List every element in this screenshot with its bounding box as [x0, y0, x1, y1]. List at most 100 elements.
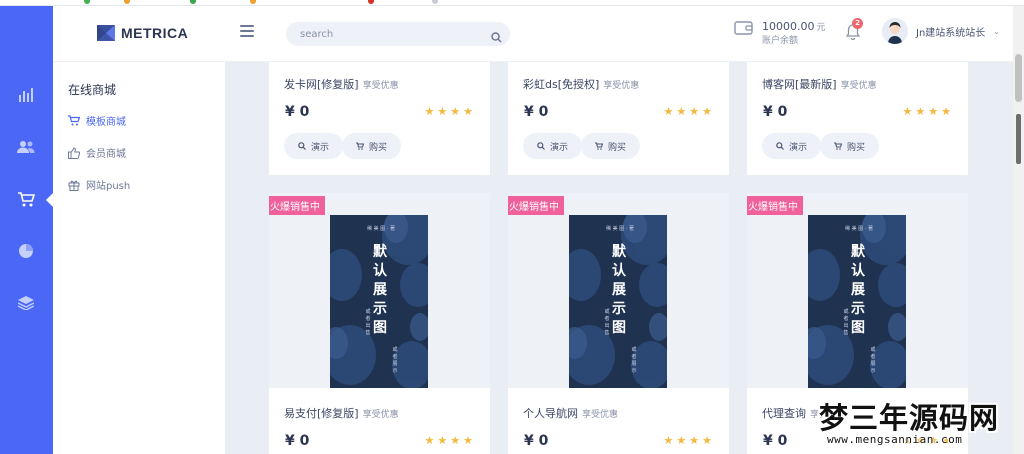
notification-badge: 2	[852, 18, 863, 29]
balance-amount: 10000.00	[762, 20, 815, 33]
product-cover[interactable]: 稀 美 图 · 著 默认展示图 或者出售 或者展示 火爆销售中	[269, 193, 490, 388]
search-box	[286, 22, 510, 46]
product-price: ¥ 0	[285, 104, 310, 120]
cart-icon	[356, 142, 364, 150]
avatar	[882, 18, 908, 44]
sidebar-item-label: 会员商城	[86, 149, 126, 160]
cart-icon	[595, 142, 603, 150]
site-watermark: 梦三年源码网 www.mengsannian.com	[815, 395, 1020, 451]
product-price: ¥ 0	[763, 433, 788, 449]
book-subtitle-left: 或者出售	[604, 309, 610, 336]
menu-toggle-icon[interactable]	[240, 25, 254, 37]
search-input[interactable]	[300, 22, 480, 46]
icon-rail	[0, 6, 53, 454]
product-price: ¥ 0	[524, 104, 549, 120]
book-cover-image: 稀 美 图 · 著 默认展示图 或者出售 或者展示	[569, 215, 667, 388]
balance-label: 账户余额	[762, 36, 799, 46]
product-title[interactable]: 博客网[最新版] 享受优惠	[762, 76, 877, 92]
book-subtitle-right: 或者展示	[870, 347, 876, 374]
active-indicator	[46, 193, 53, 207]
sidebar-item-member-mall[interactable]: 会员商城	[68, 145, 126, 160]
rating-stars: ★★★★	[902, 105, 954, 118]
brand-name: METRICA	[121, 25, 189, 41]
search-icon[interactable]	[491, 28, 502, 47]
product-card: 稀 美 图 · 著 默认展示图 或者出售 或者展示 火爆销售中 易支付[修复版]…	[269, 193, 490, 454]
sidebar-item-template-mall[interactable]: 模板商城	[68, 113, 126, 128]
demo-button[interactable]: 演示	[284, 133, 344, 159]
username: Jn建站系统站长	[916, 27, 986, 39]
book-title: 默认展示图	[612, 244, 626, 336]
search-icon	[537, 142, 545, 150]
buy-button[interactable]: 购买	[581, 133, 641, 159]
watermark-text: 梦三年源码网	[819, 401, 1000, 435]
demo-button[interactable]: 演示	[523, 133, 583, 159]
rating-stars: ★★★★	[663, 105, 715, 118]
product-title[interactable]: 发卡网[修复版] 享受优惠	[284, 76, 399, 92]
bar-chart-icon[interactable]	[16, 85, 36, 105]
book-subtitle-left: 或者出售	[365, 309, 371, 336]
buy-button[interactable]: 购买	[820, 133, 880, 159]
wallet-balance[interactable]: 10000.00 元 账户余额	[734, 20, 826, 47]
book-title: 默认展示图	[851, 244, 865, 336]
thumbs-up-icon	[68, 146, 80, 159]
product-card: 发卡网[修复版] 享受优惠 ¥ 0 ★★★★ 演示 购买	[269, 62, 490, 175]
cart-icon	[834, 142, 842, 150]
gift-icon	[68, 180, 80, 191]
book-subtitle-left: 或者出售	[843, 309, 849, 336]
sidebar-item-label: 模板商城	[86, 117, 126, 128]
book-author: 稀 美 图 · 著	[606, 226, 634, 232]
logo-icon	[97, 25, 115, 41]
buy-button[interactable]: 购买	[342, 133, 402, 159]
page-scrollbar[interactable]	[1013, 6, 1024, 454]
cart-icon[interactable]	[16, 189, 36, 209]
perk-label: 享受优惠	[603, 81, 640, 91]
subnav-title: 在线商城	[68, 83, 117, 97]
book-author: 稀 美 图 · 著	[367, 226, 395, 232]
book-cover-image: 稀 美 图 · 著 默认展示图 或者出售 或者展示	[330, 215, 428, 388]
product-title[interactable]: 彩虹ds[免授权] 享受优惠	[523, 76, 639, 92]
book-cover-image: 稀 美 图 · 著 默认展示图 或者出售 或者展示	[808, 215, 906, 388]
product-card: 博客网[最新版] 享受优惠 ¥ 0 ★★★★ 演示 购买	[747, 62, 968, 175]
top-header: METRICA 10000.00元 账户余额 2 Jn建站系统站长 ⌄	[53, 6, 1013, 62]
product-price: ¥ 0	[285, 433, 310, 449]
chevron-down-icon: ⌄	[993, 26, 1000, 36]
perk-label: 享受优惠	[582, 410, 619, 420]
user-menu[interactable]: Jn建站系统站长 ⌄	[882, 18, 1000, 44]
hot-sale-badge: 火爆销售中	[269, 196, 325, 215]
perk-label: 享受优惠	[362, 81, 399, 91]
rating-stars: ★★★★	[424, 434, 476, 447]
watermark-url: www.mengsannian.com	[827, 433, 963, 446]
search-icon	[298, 142, 306, 150]
book-subtitle-right: 或者展示	[631, 347, 637, 374]
hot-sale-badge: 火爆销售中	[508, 196, 564, 215]
book-subtitle-right: 或者展示	[392, 347, 398, 374]
book-title: 默认展示图	[373, 244, 387, 336]
product-price: ¥ 0	[763, 104, 788, 120]
demo-button[interactable]: 演示	[762, 133, 822, 159]
product-title[interactable]: 个人导航网 享受优惠	[523, 405, 618, 421]
layers-icon[interactable]	[16, 293, 36, 313]
book-author: 稀 美 图 · 著	[845, 226, 873, 232]
perk-label: 享受优惠	[362, 410, 399, 420]
users-icon[interactable]	[16, 137, 36, 157]
cart-icon	[68, 115, 80, 126]
scrollbar-thumb[interactable]	[1015, 54, 1022, 102]
perk-label: 享受优惠	[840, 81, 877, 91]
brand-logo[interactable]: METRICA	[97, 25, 188, 41]
secondary-sidebar: 在线商城 模板商城 会员商城 网站push	[53, 62, 225, 454]
product-price: ¥ 0	[524, 433, 549, 449]
product-cover[interactable]: 稀 美 图 · 著 默认展示图 或者出售 或者展示 火爆销售中	[747, 193, 968, 388]
balance-unit: 元	[816, 23, 826, 33]
sidebar-item-site-push[interactable]: 网站push	[68, 177, 130, 192]
product-card: 彩虹ds[免授权] 享受优惠 ¥ 0 ★★★★ 演示 购买	[508, 62, 729, 175]
hot-sale-badge: 火爆销售中	[747, 196, 803, 215]
notification-bell[interactable]: 2	[845, 18, 863, 42]
product-title[interactable]: 易支付[修复版] 享受优惠	[284, 405, 399, 421]
sidebar-item-label: 网站push	[86, 181, 131, 192]
search-icon	[776, 142, 784, 150]
pie-chart-icon[interactable]	[16, 241, 36, 261]
rating-stars: ★★★★	[424, 105, 476, 118]
scroll-indicator	[1016, 114, 1021, 164]
product-cover[interactable]: 稀 美 图 · 著 默认展示图 或者出售 或者展示 火爆销售中	[508, 193, 729, 388]
rating-stars: ★★★★	[663, 434, 715, 447]
